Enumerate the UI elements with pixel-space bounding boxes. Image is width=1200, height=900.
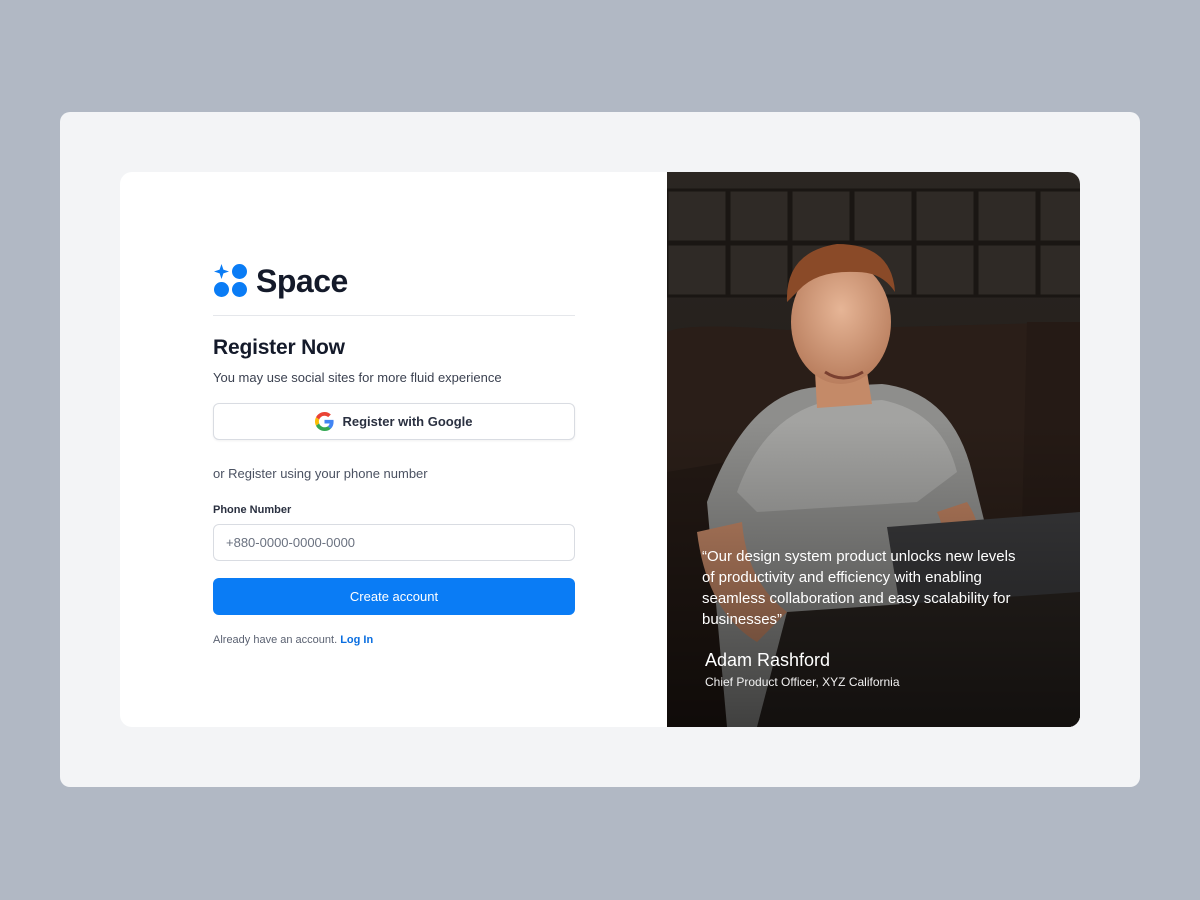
phone-register-hint: or Register using your phone number [213,466,428,481]
login-link[interactable]: Log In [340,634,373,646]
register-card: Space Register Now You may use social si… [120,172,1080,727]
phone-number-input[interactable] [213,524,575,561]
testimonial-quote: “Our design system product unlocks new l… [702,548,1016,628]
testimonial-author: Adam Rashford [705,650,831,670]
sparkle-dots-logo-icon [214,264,247,297]
register-with-google-button[interactable]: Register with Google [213,403,575,440]
testimonial-panel: “Our design system product unlocks new l… [667,172,1080,727]
page-title: Register Now [213,336,345,359]
brand: Space [213,262,575,300]
phone-number-label: Phone Number [213,504,292,516]
page-frame: Space Register Now You may use social si… [60,112,1140,787]
divider [213,315,575,316]
google-g-icon [315,412,335,431]
testimonial-photo [667,172,1080,727]
google-button-label: Register with Google [342,414,473,429]
page-subtitle: You may use social sites for more fluid … [213,370,502,385]
login-prompt-text: Already have an account. [213,634,338,646]
register-form: Space Register Now You may use social si… [213,262,575,646]
testimonial-author-role: Chief Product Officer, XYZ California [705,675,900,689]
register-panel: Space Register Now You may use social si… [120,172,667,727]
brand-name: Space [256,262,348,299]
create-account-button[interactable]: Create account [213,578,575,615]
login-prompt: Already have an account. Log In [213,634,575,646]
